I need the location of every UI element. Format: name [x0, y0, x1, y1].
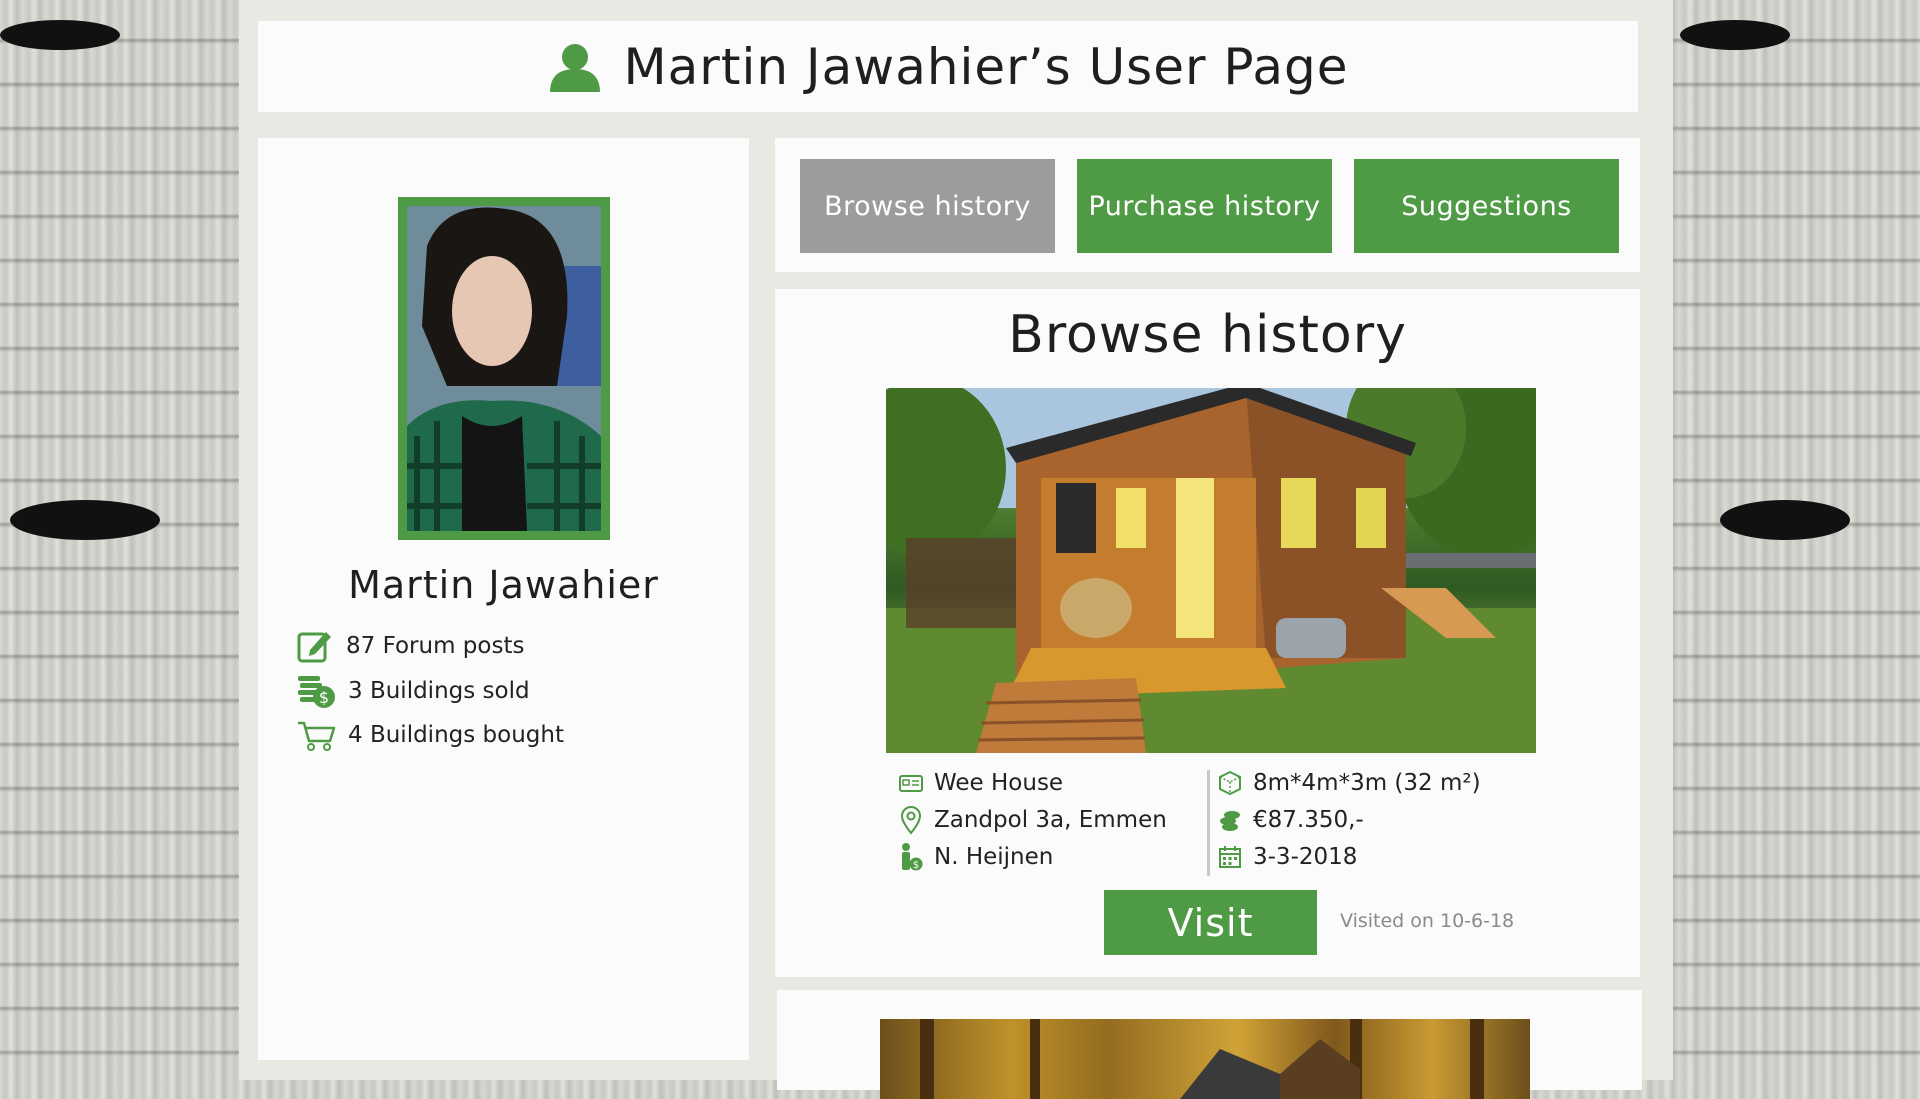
- listing-name-row: Wee House: [898, 764, 1167, 801]
- stat-forum-posts: 87 Forum posts: [296, 628, 524, 664]
- stat-label: 87 Forum posts: [346, 633, 525, 659]
- listing-size: 8m*4m*3m (32 m²): [1253, 769, 1481, 796]
- listing-price-row: €87.350,-: [1217, 801, 1481, 838]
- calendar-icon: [1217, 844, 1243, 870]
- tab-browse-history[interactable]: Browse history: [800, 159, 1055, 253]
- tabs-panel: Browse history Purchase history Suggesti…: [775, 138, 1640, 272]
- listing-info-right: 8m*4m*3m (32 m²) €87.350,- 3-3-2018: [1217, 764, 1481, 875]
- listing-price: €87.350,-: [1253, 806, 1364, 833]
- house-photo-2[interactable]: [880, 1019, 1530, 1099]
- page-title: Martin Jawahier’s User Page: [623, 37, 1349, 96]
- seller-icon: $: [898, 842, 924, 872]
- cart-icon: [296, 717, 336, 753]
- coins-icon: [1217, 807, 1243, 833]
- listing-size-row: 8m*4m*3m (32 m²): [1217, 764, 1481, 801]
- listing-card-2: [777, 990, 1642, 1099]
- svg-text:$: $: [319, 688, 329, 707]
- id-card-icon: [898, 771, 924, 795]
- profile-photo-frame: [398, 197, 610, 540]
- info-divider: [1207, 770, 1210, 876]
- section-title: Browse history: [1008, 305, 1407, 365]
- tab-purchase-history[interactable]: Purchase history: [1077, 159, 1332, 253]
- page-frame: Martin Jawahier’s User Page Martin Jawah…: [239, 0, 1673, 1099]
- bark-knot: [10, 500, 160, 540]
- stat-buildings-bought: 4 Buildings bought: [296, 717, 564, 753]
- coins-dollar-icon: $: [296, 673, 336, 709]
- listing-date: 3-3-2018: [1253, 843, 1358, 870]
- edit-icon: [296, 628, 334, 664]
- cube-icon: [1217, 770, 1243, 796]
- listing-seller: N. Heijnen: [934, 843, 1054, 870]
- listing-seller-row: $ N. Heijnen: [898, 838, 1167, 875]
- profile-panel: Martin Jawahier 87 Forum posts $ 3 Build…: [258, 138, 749, 1060]
- user-name: Martin Jawahier: [348, 563, 659, 607]
- listing-card: Browse history Wee House Zandpol 3a, Emm…: [775, 289, 1640, 977]
- listing-date-row: 3-3-2018: [1217, 838, 1481, 875]
- header-panel: Martin Jawahier’s User Page: [258, 21, 1638, 112]
- stat-label: 4 Buildings bought: [348, 722, 564, 748]
- bark-knot: [0, 20, 120, 50]
- house-photo[interactable]: [886, 388, 1536, 753]
- svg-text:$: $: [913, 860, 919, 871]
- location-pin-icon: [898, 805, 924, 835]
- listing-address-row: Zandpol 3a, Emmen: [898, 801, 1167, 838]
- listing-address: Zandpol 3a, Emmen: [934, 806, 1167, 833]
- tab-suggestions[interactable]: Suggestions: [1354, 159, 1619, 253]
- stat-label: 3 Buildings sold: [348, 678, 530, 704]
- bark-knot: [1680, 20, 1790, 50]
- profile-photo: [407, 206, 601, 531]
- visit-button[interactable]: Visit: [1104, 890, 1317, 955]
- visited-date: Visited on 10-6-18: [1340, 910, 1515, 932]
- listing-name: Wee House: [934, 769, 1064, 796]
- bark-knot: [1720, 500, 1850, 540]
- stat-buildings-sold: $ 3 Buildings sold: [296, 673, 530, 709]
- user-icon: [548, 40, 602, 94]
- listing-info-left: Wee House Zandpol 3a, Emmen $ N. Heijnen: [898, 764, 1167, 875]
